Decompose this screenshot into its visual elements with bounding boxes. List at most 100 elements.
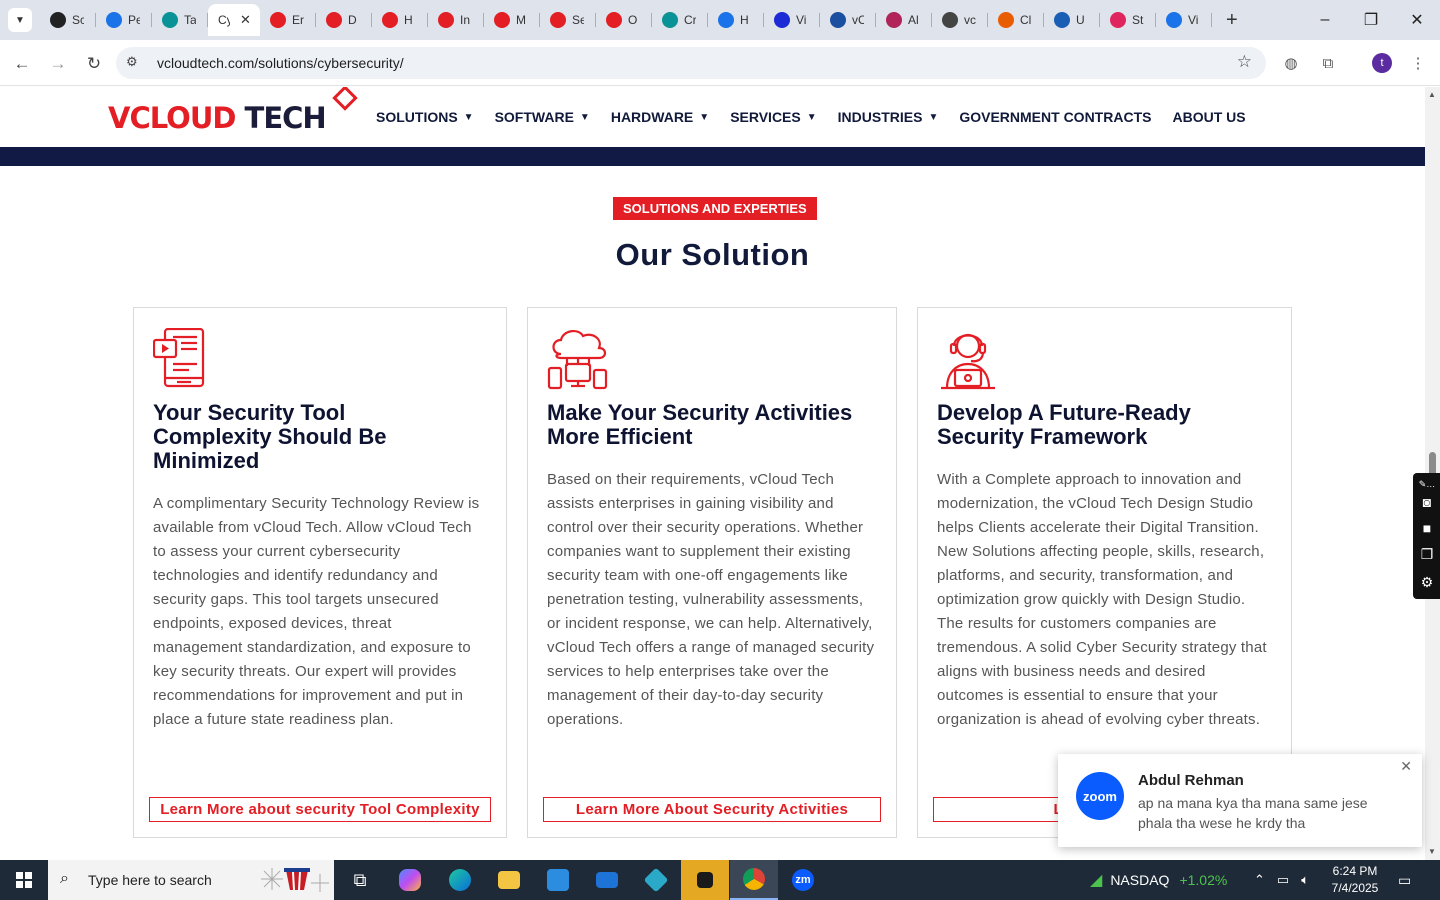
tab-title: Er [292, 13, 304, 27]
tab-favicon-icon [162, 12, 178, 28]
browser-tab[interactable]: M [484, 4, 540, 36]
browser-tab[interactable]: Er [260, 4, 316, 36]
browser-tab[interactable]: Al [876, 4, 932, 36]
translate-icon[interactable]: ◍ [1280, 52, 1302, 74]
back-button[interactable]: ← [10, 52, 34, 76]
tablet-video-icon [152, 327, 213, 388]
site-info-icon[interactable]: ⚙ [126, 54, 138, 70]
task-view-icon[interactable]: ⧉ [336, 860, 384, 900]
nav-label: GOVERNMENT CONTRACTS [959, 109, 1152, 125]
profile-avatar[interactable]: t [1372, 53, 1392, 73]
window-capture-icon[interactable]: ❐ [1417, 545, 1437, 563]
tab-title: U [1076, 13, 1085, 27]
minimize-button[interactable]: – [1302, 0, 1348, 40]
tab-favicon-icon [718, 12, 734, 28]
card-title: Make Your Security Activities More Effic… [547, 400, 853, 449]
browser-tab[interactable]: St [1100, 4, 1156, 36]
browser-tab[interactable]: Cy ✕ [208, 4, 260, 36]
store-app-icon[interactable] [534, 860, 582, 900]
browser-tab[interactable]: Se [540, 4, 596, 36]
address-toolbar: ← → ↻ ⚙ vcloudtech.com/solutions/cyberse… [0, 40, 1440, 86]
network-icon[interactable]: ▭ [1277, 872, 1289, 888]
caret-down-icon: ▼ [928, 111, 939, 123]
tab-favicon-icon [550, 12, 566, 28]
notification-center-icon[interactable]: ▭ [1398, 860, 1411, 900]
start-button[interactable] [0, 860, 48, 900]
browser-tab[interactable]: Cr [652, 4, 708, 36]
bookmark-star-icon[interactable]: ☆ [1237, 52, 1252, 72]
learn-more-security-activities-link[interactable]: Learn More About Security Activities [543, 797, 881, 822]
browser-tab[interactable]: Vi [764, 4, 820, 36]
system-clock[interactable]: 6:24 PM 7/4/2025 [1328, 863, 1382, 897]
scroll-up-arrow-icon[interactable]: ▲ [1428, 90, 1436, 99]
close-window-button[interactable]: ✕ [1394, 0, 1440, 40]
tab-favicon-icon [1054, 12, 1070, 28]
code-app-icon[interactable] [632, 860, 680, 900]
chevron-up-icon[interactable]: ⌃ [1254, 872, 1265, 888]
tab-title: M [516, 13, 526, 27]
pencil-icon[interactable]: ✎… [1417, 475, 1437, 493]
ticker-name: NASDAQ [1110, 872, 1170, 888]
cloud-devices-icon [547, 328, 608, 390]
url-text[interactable]: vcloudtech.com/solutions/cybersecurity/ [157, 55, 404, 71]
browser-tab[interactable]: Pe [96, 4, 152, 36]
maximize-button[interactable]: ❐ [1348, 0, 1394, 40]
new-tab-button[interactable]: + [1226, 8, 1238, 32]
zoom-taskbar-icon[interactable]: zm [779, 860, 827, 900]
learn-more-tool-complexity-link[interactable]: Learn More about security Tool Complexit… [149, 797, 491, 822]
tab-title: Ta [184, 13, 196, 27]
card-body: Based on their requirements, vCloud Tech… [547, 471, 875, 728]
caret-down-icon: ▼ [579, 111, 590, 123]
tab-search-button[interactable]: ▼ [8, 8, 32, 32]
chat-notification[interactable]: zoom Abdul Rehman ap na mana kya tha man… [1058, 754, 1422, 847]
nav-item-industries[interactable]: INDUSTRIES ▼ [838, 109, 939, 125]
stock-ticker[interactable]: ◢ NASDAQ +1.02% [1090, 860, 1227, 900]
file-explorer-icon[interactable] [485, 860, 533, 900]
browser-tab[interactable]: Vi [1156, 4, 1212, 36]
scroll-down-arrow-icon[interactable]: ▼ [1428, 847, 1436, 856]
browser-tab[interactable]: Sc [40, 4, 96, 36]
reload-button[interactable]: ↻ [82, 52, 106, 76]
taskbar-search[interactable]: ⌕ Type here to search [48, 860, 334, 900]
tab-title: vc [964, 13, 976, 27]
camera-icon[interactable]: ◙ [1417, 493, 1437, 511]
browser-tab[interactable]: Cl [988, 4, 1044, 36]
edge-app-icon[interactable] [436, 860, 484, 900]
forward-button[interactable]: → [46, 52, 70, 76]
browser-tab[interactable]: vC [820, 4, 876, 36]
nav-label: INDUSTRIES [837, 109, 923, 125]
omnibox[interactable]: ⚙ vcloudtech.com/solutions/cybersecurity… [116, 47, 1266, 79]
nav-item-software[interactable]: SOFTWARE ▼ [495, 109, 590, 125]
nav-item-solutions[interactable]: SOLUTIONS ▼ [376, 109, 474, 125]
main-navigation: SOLUTIONS ▼ SOFTWARE ▼ HARDWARE ▼ SERVICES ▼ IND… [376, 109, 1267, 125]
browser-tab[interactable]: In [428, 4, 484, 36]
copilot-app-icon[interactable] [386, 860, 434, 900]
browser-tab[interactable]: U [1044, 4, 1100, 36]
tab-favicon-icon [1166, 12, 1182, 28]
nav-item-services[interactable]: SERVICES ▼ [730, 109, 816, 125]
nav-item-government-contracts[interactable]: GOVERNMENT CONTRACTS [959, 109, 1151, 125]
extensions-icon[interactable]: ⧉ [1317, 52, 1339, 74]
browser-tab[interactable]: H [708, 4, 764, 36]
volume-icon[interactable]: 🔈︎ [1301, 872, 1309, 888]
mail-app-icon[interactable] [583, 860, 631, 900]
chrome-app-icon[interactable] [730, 860, 778, 900]
browser-menu-icon[interactable]: ⋮ [1407, 52, 1429, 74]
tab-title: In [460, 13, 471, 27]
tab-title: Pe [128, 13, 140, 27]
browser-tab[interactable]: H [372, 4, 428, 36]
video-camera-icon[interactable]: ■ [1417, 519, 1437, 537]
close-notification-icon[interactable]: ✕ [1400, 758, 1412, 775]
browser-tab[interactable]: D [316, 4, 372, 36]
browser-tab[interactable]: O [596, 4, 652, 36]
nav-item-about-us[interactable]: ABOUT US [1172, 109, 1245, 125]
browser-tab[interactable]: vc [932, 4, 988, 36]
tab-title: O [628, 13, 638, 27]
settings-gear-icon[interactable]: ⚙ [1417, 573, 1437, 591]
sticky-notes-icon[interactable] [681, 860, 729, 900]
browser-tab[interactable]: Ta [152, 4, 208, 36]
tab-title: Cl [1020, 13, 1032, 27]
nav-item-hardware[interactable]: HARDWARE ▼ [611, 109, 709, 125]
solution-card-2: Make Your Security Activities More Effic… [527, 307, 897, 838]
close-tab-icon[interactable]: ✕ [240, 12, 251, 28]
